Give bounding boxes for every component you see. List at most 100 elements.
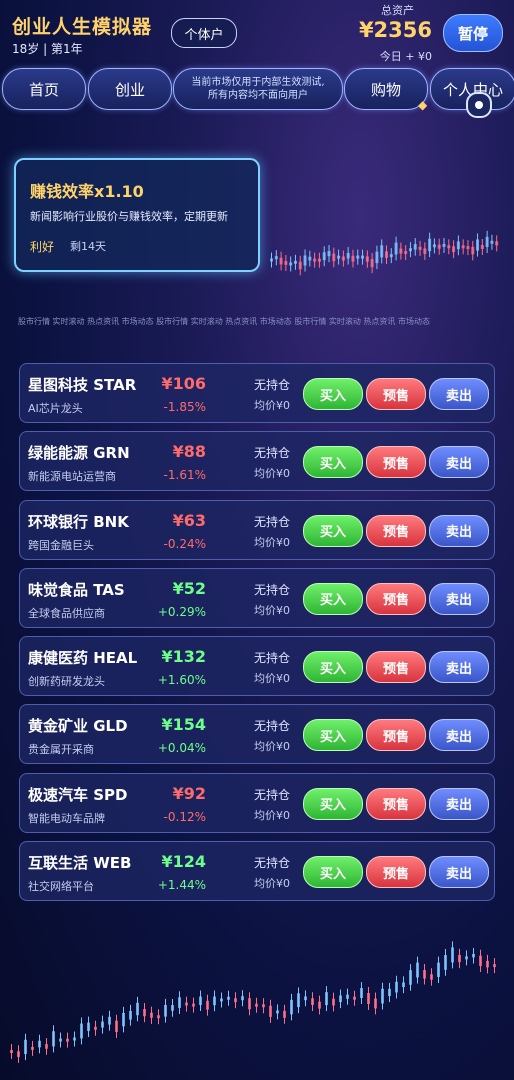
candle-body [444,955,447,970]
tab-startup[interactable]: 创业 [88,68,172,110]
buy-button[interactable]: 买入 [303,446,363,479]
holding-status: 无持仓 [254,378,291,392]
tab-shop[interactable]: 购物 [344,68,428,110]
sell-button[interactable]: 卖出 [429,651,489,684]
candle-body [466,246,470,250]
role-button[interactable]: 个体户 [171,18,237,48]
candle-body [298,261,302,270]
tab-home[interactable]: 首页 [2,68,86,110]
candle-body [490,240,494,244]
stock-description: 全球食品供应商 [28,606,105,620]
candle-body [339,995,342,1003]
stock-row: 味觉食品 TAS 全球食品供应商 ¥52 +0.29% 无持仓 均价¥0 买入 … [19,567,495,628]
presale-button[interactable]: 预售 [366,651,426,684]
sell-button[interactable]: 卖出 [429,582,489,615]
total-assets-label: 总资产 [381,4,414,17]
buy-button[interactable]: 买入 [303,651,363,684]
candle-body [437,962,440,977]
stock-price: ¥154 [161,715,206,735]
candle-body [80,1023,83,1039]
candle-body [346,253,350,259]
candle-body [129,1010,132,1020]
candle-body [413,244,417,250]
candle-body [480,245,484,250]
candle-body [150,1012,153,1018]
candle-body [283,1010,286,1018]
candle-body [479,955,482,966]
presale-button[interactable]: 预售 [366,582,426,615]
buy-button[interactable]: 买入 [303,514,363,547]
candle-body [206,1000,209,1010]
tab-market-notice[interactable]: 当前市场仅用于内部生效测试, 所有内容均不面向用户 [173,68,343,110]
stock-list: 星图科技 STAR AI芯片龙头 ¥106 -1.85% 无持仓 均价¥0 买入… [19,363,495,909]
candle-body [290,999,293,1015]
candle-body [325,992,328,1006]
stock-name: 互联生活 WEB [28,854,132,873]
candle-body [418,246,422,250]
presale-button[interactable]: 预售 [366,378,426,410]
candle-body [270,258,273,262]
candle-body [73,1037,76,1041]
candle-body [399,248,403,254]
candle-body [178,997,181,1008]
candle-body [493,964,496,968]
total-assets-value: ¥2356 [358,18,432,42]
candle-body [279,257,283,265]
candle-body [313,258,317,262]
candle-body [303,255,307,266]
candle-body [404,251,408,255]
event-tag: 利好 [30,240,55,254]
buy-button[interactable]: 买入 [303,378,363,410]
buy-button[interactable]: 买入 [303,719,363,752]
sell-button[interactable]: 卖出 [429,446,489,479]
candle-body [409,970,412,985]
candle-body [171,1005,174,1011]
buy-button[interactable]: 买入 [303,787,363,820]
candle-body [248,998,251,1010]
candle-body [408,248,412,252]
candle-body [428,238,432,252]
stock-price: ¥124 [161,852,206,872]
candle-body [157,1015,160,1019]
stock-description: 社交网络平台 [28,880,94,894]
presale-button[interactable]: 预售 [366,719,426,752]
target-icon[interactable] [466,92,492,118]
candle-body [66,1038,69,1042]
pause-button[interactable]: 暂停 [443,14,503,52]
stock-price: ¥106 [161,374,206,393]
candle-body [327,250,331,257]
buy-button[interactable]: 买入 [303,856,363,889]
average-price: 均价¥0 [254,399,290,412]
candle-body [356,255,360,259]
candle-body [341,256,345,261]
stock-row: 黄金矿业 GLD 贵金属开采商 ¥154 +0.04% 无持仓 均价¥0 买入 … [19,704,495,765]
presale-button[interactable]: 预售 [366,446,426,479]
candle-body [458,954,461,963]
candle-body [185,1002,188,1006]
sell-button[interactable]: 卖出 [429,856,489,889]
candle-body [486,960,489,968]
news-ticker: 股市行情 实时滚动 热点资讯 市场动态 股市行情 实时滚动 热点资讯 市场动态 … [18,317,430,326]
holding-status: 无持仓 [254,787,291,802]
age-year-info: 18岁 | 第1年 [12,42,83,56]
sell-button[interactable]: 卖出 [429,378,489,410]
presale-button[interactable]: 预售 [366,787,426,820]
candle-body [402,982,405,988]
candle-body [31,1046,34,1050]
candle-body [375,251,379,264]
presale-button[interactable]: 预售 [366,514,426,547]
presale-button[interactable]: 预售 [366,856,426,889]
sell-button[interactable]: 卖出 [429,719,489,752]
candle-body [192,1003,195,1007]
candle-body [442,243,446,247]
candle-body [108,1016,111,1025]
candle-body [385,251,388,258]
stock-price: ¥132 [161,647,206,667]
buy-button[interactable]: 买入 [303,582,363,615]
candle-body [374,998,377,1009]
candle-body [17,1051,20,1057]
stock-description: 智能电动车品牌 [28,811,105,825]
sell-button[interactable]: 卖出 [429,514,489,547]
sell-button[interactable]: 卖出 [429,787,489,820]
candle-body [432,244,436,248]
